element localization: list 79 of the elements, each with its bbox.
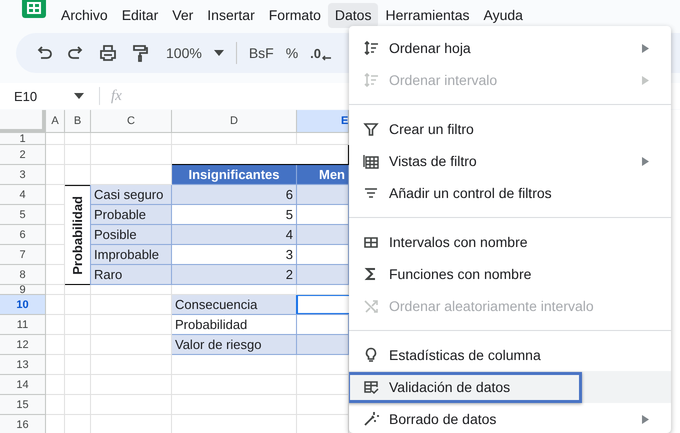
format-button[interactable]: BsF [248, 45, 274, 61]
axis-label: Probabilidad [70, 196, 85, 274]
formula-label: fx [111, 88, 122, 104]
menu-item[interactable]: Insertar [200, 3, 262, 28]
decrease-decimal-button[interactable]: .0 [310, 46, 331, 60]
row-header[interactable]: 13 [0, 355, 46, 375]
input-cell[interactable] [296, 294, 349, 315]
table-cell[interactable] [296, 264, 349, 285]
table-cell[interactable]: Probable [90, 204, 172, 225]
menu-item[interactable]: Borrado de datos [349, 403, 671, 433]
table-cell[interactable] [296, 224, 349, 245]
sheets-logo-icon[interactable] [22, 0, 46, 18]
row-header[interactable]: 3 [0, 165, 46, 185]
lightbulb-icon [363, 347, 379, 363]
input-cell[interactable] [296, 334, 349, 355]
zoom-select[interactable]: 100% [166, 45, 224, 61]
menu-item[interactable]: Estadísticas de columna [349, 339, 671, 371]
menu-item[interactable]: Validación de datos [349, 371, 671, 403]
table-cell[interactable] [296, 184, 349, 205]
row-header[interactable]: 9 [0, 285, 46, 295]
table-cell[interactable]: Valor de riesgo [171, 334, 297, 355]
paint-format-icon[interactable] [130, 43, 150, 63]
column-header[interactable]: D [172, 110, 297, 133]
menu-item[interactable]: Añadir un control de filtros [349, 177, 671, 209]
row-header[interactable]: 16 [0, 415, 46, 433]
menu-item[interactable]: Ordenar hoja [349, 32, 671, 64]
column-header[interactable]: E [297, 110, 349, 133]
menu-item[interactable]: Ayuda [476, 3, 530, 28]
table-cell[interactable]: Improbable [90, 244, 172, 265]
row-header[interactable]: 7 [0, 245, 46, 265]
table-icon [363, 234, 379, 250]
menu-item[interactable]: Datos [328, 3, 378, 28]
menu-item[interactable]: Editar [114, 3, 166, 28]
shuffle-icon [363, 298, 379, 314]
row-header[interactable]: 15 [0, 395, 46, 415]
table-cell[interactable]: 2 [171, 264, 297, 285]
menu-item[interactable]: Ver [165, 3, 200, 28]
table-check-icon [363, 379, 379, 395]
menu-item[interactable]: Crear un filtro [349, 113, 671, 145]
menu-item[interactable]: Funciones con nombre [349, 258, 671, 290]
row-header[interactable]: 5 [0, 205, 46, 225]
row-header[interactable]: 2 [0, 145, 46, 165]
filter-icon [363, 121, 379, 137]
column-header[interactable]: C [91, 110, 172, 133]
magic-wand-icon [363, 411, 379, 427]
column-header[interactable]: A [46, 110, 65, 133]
filter-lines-icon [363, 185, 379, 201]
table-cell[interactable]: 4 [171, 224, 297, 245]
table-header: Insignificantes [172, 165, 297, 185]
row-header[interactable]: 14 [0, 375, 46, 395]
row-header[interactable]: 1 [0, 133, 46, 145]
table-cell[interactable]: 6 [171, 184, 297, 205]
row-header[interactable]: 12 [0, 335, 46, 355]
menu-item[interactable]: Herramientas [378, 3, 476, 28]
sort-icon [363, 72, 379, 88]
select-all-corner[interactable] [0, 110, 46, 133]
table-header: Men [297, 165, 349, 185]
column-header[interactable]: B [65, 110, 91, 133]
menu-item[interactable]: Vistas de filtro [349, 145, 671, 177]
caret-icon [214, 50, 224, 56]
format-button[interactable]: % [286, 45, 298, 61]
row-header[interactable]: 6 [0, 225, 46, 245]
input-cell[interactable] [296, 314, 349, 335]
menu-item[interactable]: Formato [262, 3, 328, 28]
arrow-icon [321, 54, 331, 60]
menu-item[interactable]: Archivo [54, 3, 115, 28]
menu-item[interactable]: Intervalos con nombre [349, 226, 671, 258]
table-cell[interactable]: Raro [90, 264, 172, 285]
row-header[interactable]: 11 [0, 315, 46, 335]
print-icon[interactable] [98, 43, 118, 63]
row-header[interactable]: 4 [0, 185, 46, 205]
row-header[interactable]: 8 [0, 265, 46, 285]
merged-cell[interactable] [171, 144, 349, 165]
name-box[interactable]: E10 [0, 88, 74, 104]
caret-icon[interactable] [74, 93, 84, 99]
row-header[interactable]: 10 [0, 295, 46, 315]
sort-icon [363, 40, 379, 56]
table-cell[interactable]: Posible [90, 224, 172, 245]
filter-views-icon [363, 153, 379, 169]
